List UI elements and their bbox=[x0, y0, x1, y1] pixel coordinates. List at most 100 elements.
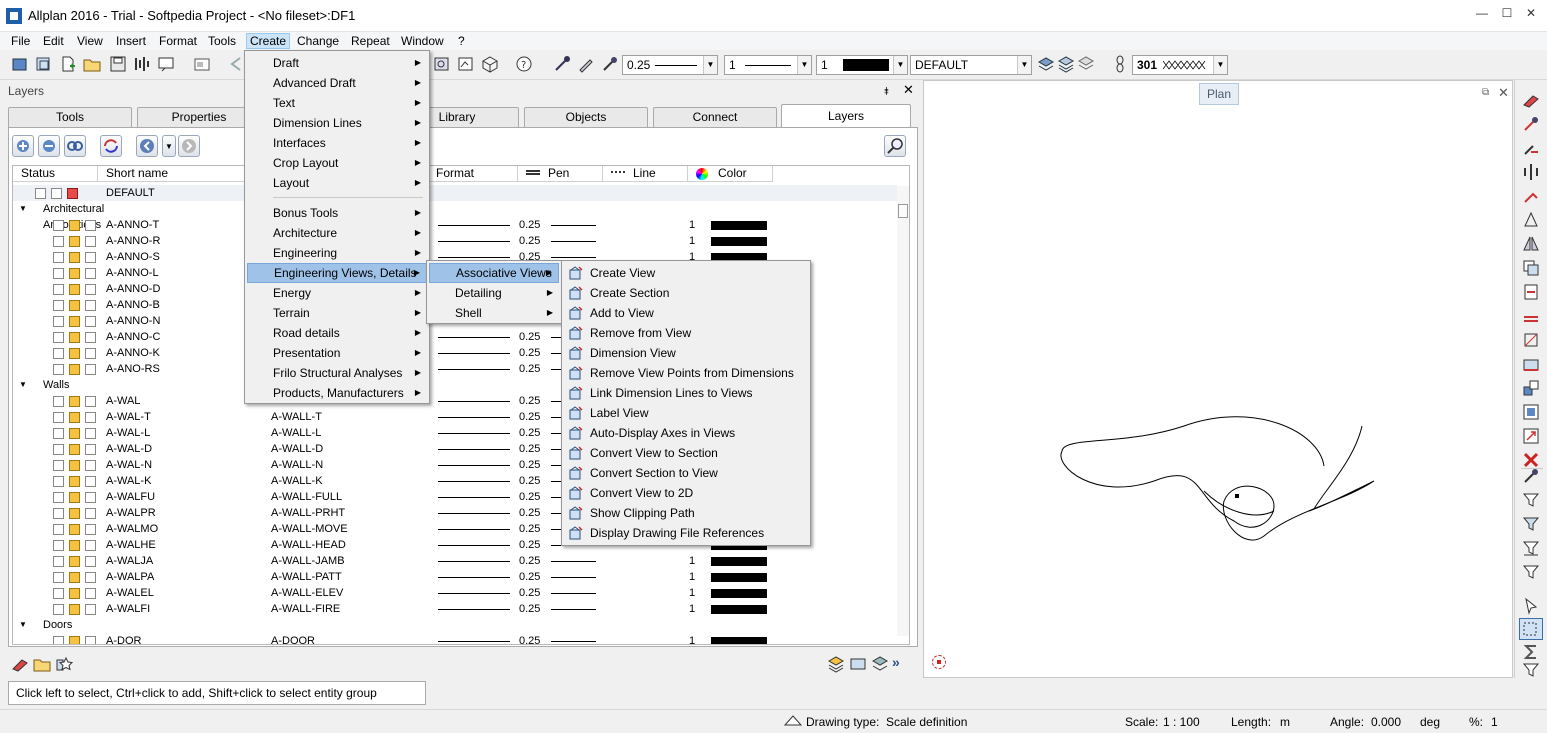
chevron-down-icon[interactable]: ▼ bbox=[703, 56, 717, 74]
chevron-down-icon[interactable]: ▼ bbox=[893, 56, 907, 74]
pen-icon[interactable] bbox=[576, 54, 598, 76]
menu-item-show-clipping-path[interactable]: Show Clipping Path bbox=[564, 503, 808, 523]
menu-item-bonus-tools[interactable]: Bonus Tools ▶ bbox=[247, 203, 427, 223]
table-row[interactable]: A-WALFI A-WALL-FIRE 0.25 1 bbox=[13, 601, 897, 617]
layer-checkbox[interactable] bbox=[85, 556, 96, 567]
layer-checkbox[interactable] bbox=[53, 300, 64, 311]
layer-checkbox[interactable] bbox=[53, 252, 64, 263]
layer-checkbox[interactable] bbox=[85, 476, 96, 487]
table-row[interactable]: A-WALPA A-WALL-PATT 0.25 1 bbox=[13, 569, 897, 585]
move-icon[interactable] bbox=[1521, 138, 1541, 161]
layer-checkbox[interactable] bbox=[85, 492, 96, 503]
layer-checkbox[interactable] bbox=[85, 268, 96, 279]
table-row[interactable]: A-DOR A-DOOR 0.25 1 bbox=[13, 633, 897, 644]
menu-item-shell[interactable]: Shell ▶ bbox=[429, 303, 559, 323]
menu-item-add-to-view[interactable]: Add to View bbox=[564, 303, 808, 323]
menu-help[interactable]: ? bbox=[455, 33, 468, 49]
menu-format[interactable]: Format bbox=[156, 33, 200, 49]
layer-checkbox[interactable] bbox=[53, 588, 64, 599]
layer-checkbox[interactable] bbox=[85, 428, 96, 439]
modify-points-icon[interactable] bbox=[1521, 330, 1541, 353]
filter-all-icon[interactable] bbox=[1521, 662, 1541, 681]
tab-connect[interactable]: Connect bbox=[653, 107, 777, 127]
3d-cube-icon[interactable] bbox=[480, 54, 502, 76]
table-row[interactable]: A-ANNO-T 0.25 1 bbox=[13, 217, 897, 233]
layer-status-toggle[interactable] bbox=[69, 412, 80, 423]
menu-item-remove-from-view[interactable]: Remove from View bbox=[564, 323, 808, 343]
menu-repeat[interactable]: Repeat bbox=[348, 33, 393, 49]
chevron-down-icon[interactable]: ▼ bbox=[162, 135, 176, 157]
print-icon[interactable] bbox=[156, 54, 178, 76]
menu-item-advanced-draft[interactable]: Advanced Draft ▶ bbox=[247, 73, 427, 93]
layer-status-toggle[interactable] bbox=[69, 476, 80, 487]
scrollbar-vertical[interactable] bbox=[897, 186, 909, 636]
tab-objects[interactable]: Objects bbox=[524, 107, 648, 127]
menu-item-frilo-structural-analyses[interactable]: Frilo Structural Analyses ▶ bbox=[247, 363, 427, 383]
eraser-icon[interactable] bbox=[10, 654, 30, 677]
layer-checkbox[interactable] bbox=[85, 284, 96, 295]
drawing-files-icon[interactable] bbox=[34, 54, 56, 76]
percent-value[interactable]: 1 bbox=[1491, 715, 1498, 729]
convert-icon[interactable] bbox=[1521, 378, 1541, 401]
search-icon[interactable] bbox=[884, 135, 906, 157]
layer-status-toggle[interactable] bbox=[69, 460, 80, 471]
menu-change[interactable]: Change bbox=[294, 33, 342, 49]
scale-icon[interactable] bbox=[1521, 210, 1541, 233]
status-color-box[interactable] bbox=[67, 188, 78, 199]
menu-window[interactable]: Window bbox=[398, 33, 447, 49]
menu-insert[interactable]: Insert bbox=[113, 33, 149, 49]
column-format[interactable]: Format bbox=[428, 166, 518, 182]
chevron-down-icon[interactable]: ▼ bbox=[1017, 56, 1031, 74]
layer-status-toggle[interactable] bbox=[69, 604, 80, 615]
plan-viewport[interactable]: ⧉ ✕ bbox=[923, 80, 1513, 678]
back-arrow-icon[interactable] bbox=[136, 135, 158, 157]
layer-checkbox[interactable] bbox=[85, 572, 96, 583]
layer-checkbox[interactable] bbox=[85, 300, 96, 311]
layer-checkbox[interactable] bbox=[53, 220, 64, 231]
scrollbar-thumb[interactable] bbox=[898, 204, 908, 218]
layer-status-toggle[interactable] bbox=[69, 588, 80, 599]
chevron-down-icon[interactable]: ▼ bbox=[19, 617, 27, 633]
view-layout-icon[interactable] bbox=[456, 54, 478, 76]
layer-locked-icon[interactable] bbox=[1076, 54, 1098, 76]
layer-checkbox[interactable] bbox=[53, 268, 64, 279]
menu-item-convert-section-to-view[interactable]: Convert Section to View bbox=[564, 463, 808, 483]
forward-arrow-icon[interactable] bbox=[178, 135, 200, 157]
layer-checkbox[interactable] bbox=[85, 364, 96, 375]
close-button[interactable]: ✕ bbox=[1521, 6, 1541, 24]
layer-settings-icon[interactable] bbox=[870, 654, 890, 677]
column-status[interactable]: Status bbox=[13, 166, 98, 182]
help-icon[interactable]: ? bbox=[514, 54, 536, 76]
hatch-combo[interactable]: 301 ▼ bbox=[1132, 55, 1228, 75]
layer-status-toggle[interactable] bbox=[69, 508, 80, 519]
layer-checkbox[interactable] bbox=[85, 412, 96, 423]
maximize-button[interactable]: ☐ bbox=[1497, 6, 1517, 24]
layer-status-toggle[interactable] bbox=[69, 236, 80, 247]
layer-status-toggle[interactable] bbox=[69, 252, 80, 263]
menu-item-interfaces[interactable]: Interfaces ▶ bbox=[247, 133, 427, 153]
format-properties-icon[interactable] bbox=[552, 54, 574, 76]
layer-checkbox[interactable] bbox=[85, 588, 96, 599]
layer-stack-icon[interactable] bbox=[826, 654, 846, 677]
menu-item-dimension-view[interactable]: Dimension View bbox=[564, 343, 808, 363]
menu-file[interactable]: File bbox=[8, 33, 33, 49]
color-combo[interactable]: 1 ▼ bbox=[816, 55, 908, 75]
layer-checkbox[interactable] bbox=[53, 236, 64, 247]
refresh-layers-icon[interactable] bbox=[100, 135, 122, 157]
layer-status-toggle[interactable] bbox=[69, 556, 80, 567]
offset-icon[interactable] bbox=[1521, 306, 1541, 329]
layer-checkbox[interactable] bbox=[85, 524, 96, 535]
mirror-copy-icon[interactable] bbox=[1521, 234, 1541, 257]
restore-icon[interactable]: ⧉ bbox=[1482, 87, 1489, 98]
layer-status-toggle[interactable] bbox=[69, 332, 80, 343]
layer-checkbox[interactable] bbox=[85, 540, 96, 551]
layer-status-toggle[interactable] bbox=[69, 364, 80, 375]
layer-checkbox[interactable] bbox=[85, 508, 96, 519]
layer-checkbox[interactable] bbox=[53, 556, 64, 567]
menu-edit[interactable]: Edit bbox=[40, 33, 67, 49]
layer-checkbox[interactable] bbox=[85, 604, 96, 615]
layer-status-icon[interactable] bbox=[1036, 54, 1058, 76]
chevron-down-icon[interactable]: ▼ bbox=[19, 201, 27, 217]
menu-item-display-drawing-file-references[interactable]: Display Drawing File References bbox=[564, 523, 808, 543]
layer-status-toggle[interactable] bbox=[69, 284, 80, 295]
